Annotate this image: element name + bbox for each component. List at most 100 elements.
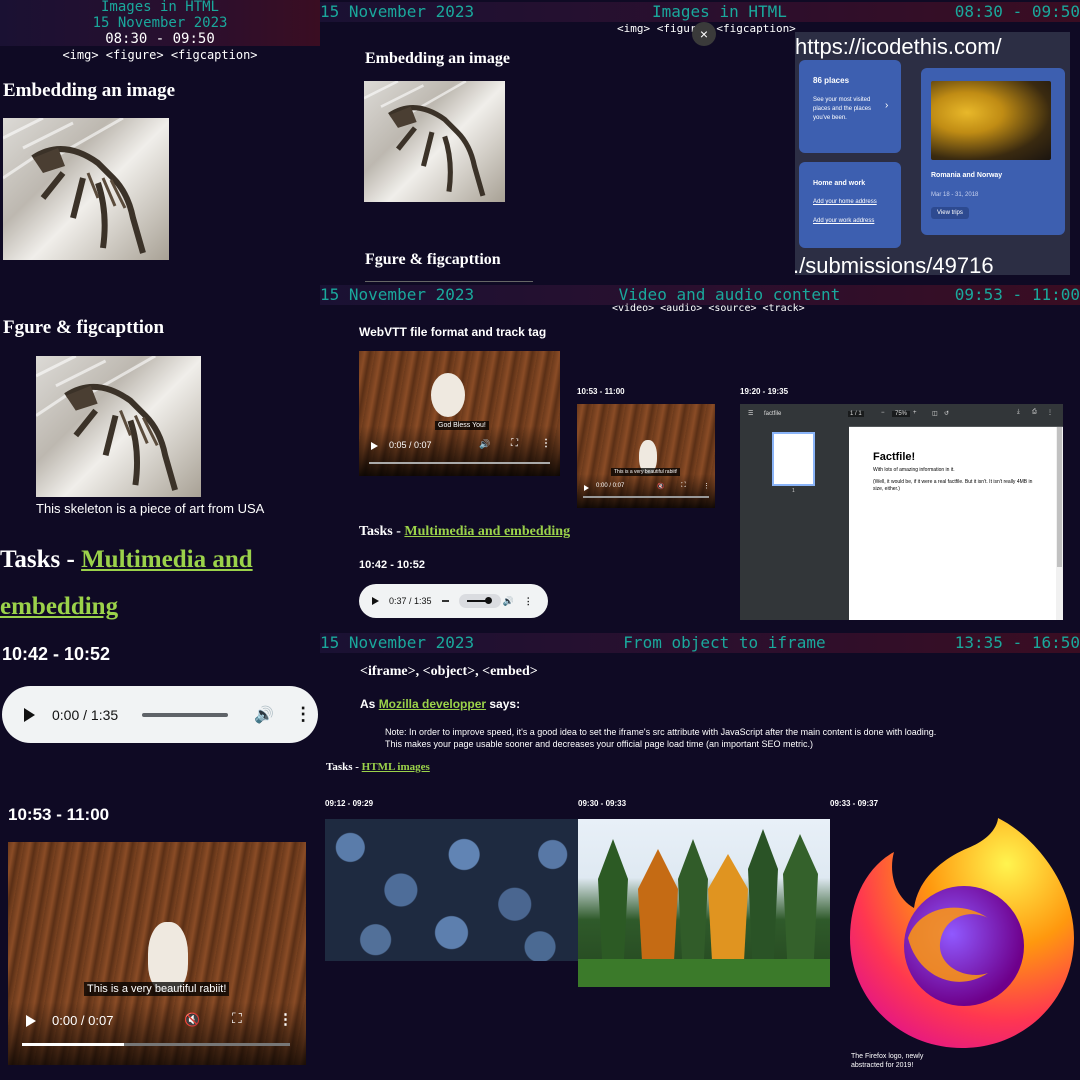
panel2-date: 15 November 2023 — [320, 2, 475, 21]
panel2-divider — [365, 281, 533, 282]
panel4-audio-progress[interactable] — [441, 600, 449, 602]
video1-play-icon[interactable] — [371, 442, 378, 450]
video2-controls — [577, 474, 715, 508]
audio-progress-bar[interactable] — [142, 712, 229, 717]
mozilla-link[interactable]: Mozilla developper — [379, 697, 486, 711]
trip-photo — [931, 81, 1051, 160]
volume-icon[interactable]: 🔊 — [254, 705, 274, 725]
panel1-tags: <img> <figure> <figcaption> — [62, 48, 258, 62]
panel4-audio-heading: 10:42 - 10:52 — [359, 559, 426, 571]
close-button[interactable]: × — [692, 22, 716, 46]
tasks-prefix: Tasks - — [0, 546, 82, 573]
pdf-title: Factfile! — [873, 451, 916, 463]
as-prefix: As — [360, 697, 379, 711]
video2-fullscreen-icon[interactable]: ⛶ — [681, 482, 686, 490]
video2-mute-icon[interactable]: 🔇 — [657, 483, 664, 490]
panel4-tasks-link[interactable]: Multimedia and embedding — [404, 524, 570, 539]
panel2-heading-embed: Embedding an image — [365, 50, 510, 67]
more-options-icon[interactable]: ⋮ — [294, 704, 312, 725]
card-trip[interactable]: Romania and Norway Mar 18 - 31, 2018 Vie… — [921, 68, 1065, 235]
video1-more-icon[interactable]: ⋮ — [541, 438, 551, 449]
pdf-more-icon[interactable]: ⋮ — [1047, 409, 1053, 416]
panel-images-left: Images in HTML 15 November 2023 08:30 - … — [0, 0, 320, 1080]
panel5-heading: <iframe>, <object>, <embed> — [360, 664, 538, 679]
panel4-play-icon[interactable] — [372, 597, 379, 605]
logo-caption-2: abstracted for 2019! — [851, 1062, 914, 1069]
pdf-page[interactable]: 1 / 1 — [848, 411, 864, 417]
video2-heading: 10:53 - 11:00 — [577, 387, 625, 396]
audio-time-heading: 10:42 - 10:52 — [2, 644, 111, 664]
pdf-toolbar: ☰ factfile 1 / 1 − 75% + ◫ ↺ ⤓ ⎙ ⋮ — [740, 404, 1063, 426]
panel1-tasks: Tasks - Multimedia and embedding — [0, 536, 300, 630]
rabbit-video[interactable]: This is a very beautiful rabiit! 0:00 / … — [8, 842, 306, 1065]
zoom-in-icon[interactable]: + — [913, 410, 917, 416]
add-home-link[interactable]: Add your home address — [813, 198, 883, 207]
video1-volume-icon[interactable]: 🔊 — [479, 439, 490, 450]
html-images-link[interactable]: HTML images — [362, 761, 430, 773]
pdf-thumb-number: 1 — [792, 488, 795, 494]
dinosaur-image — [3, 118, 169, 260]
view-trips-button[interactable]: View trips — [931, 207, 969, 219]
panel4-volume-icon[interactable]: 🔊 — [503, 596, 514, 607]
pdf-scrollbar[interactable] — [1056, 427, 1063, 620]
video-progress-fill — [22, 1043, 124, 1046]
panel1-heading-embed: Embedding an image — [3, 80, 176, 101]
note-line1: Note: In order to improve speed, it's a … — [385, 727, 937, 737]
panel4-audio-time: 0:37 / 1:35 — [389, 596, 432, 606]
video1-fullscreen-icon[interactable]: ⛶ — [511, 438, 518, 449]
panel4-volume-slider[interactable] — [458, 594, 501, 608]
panel5-time: 13:35 - 16:50 — [954, 633, 1080, 652]
img2-time: 09:30 - 09:33 — [578, 799, 627, 808]
panel2-heading-figure: Fgure & figcapttion — [365, 251, 501, 268]
rotate-icon[interactable]: ↺ — [944, 410, 949, 417]
panel4-tasks: Tasks - Multimedia and embedding — [359, 524, 570, 540]
card-home-work[interactable]: Home and work Add your home address Add … — [799, 162, 901, 248]
video2-progress[interactable] — [583, 496, 709, 498]
icodethis-path[interactable]: ./submissions/49716 — [795, 253, 994, 275]
video1-progress[interactable] — [369, 462, 550, 464]
video-more-icon[interactable]: ⋮ — [278, 1010, 293, 1028]
fullscreen-icon[interactable]: ⛶ — [232, 1010, 242, 1027]
pdf-zoom[interactable]: 75% — [892, 411, 911, 417]
video-progress[interactable] — [22, 1043, 290, 1046]
panel5-date: 15 November 2023 — [320, 633, 475, 652]
trip-date: Mar 18 - 31, 2018 — [931, 192, 979, 198]
webvtt-video[interactable]: God Bless You! 0:05 / 0:07 🔊 ⛶ ⋮ — [359, 351, 560, 476]
blueberries-image — [325, 819, 578, 961]
panel2-header: 15 November 2023 Images in HTML 08:30 - … — [320, 2, 1080, 22]
trip-title: Romania and Norway — [931, 172, 1003, 179]
video2-play-icon[interactable] — [584, 485, 589, 491]
card-places[interactable]: 86 places See your most visited places a… — [799, 60, 901, 153]
panel1-time: 08:30 - 09:50 — [105, 31, 215, 47]
panel5-header: 15 November 2023 From object to iframe 1… — [320, 633, 1080, 653]
figure-dinosaur-image — [36, 356, 201, 497]
card-home-title: Home and work — [813, 180, 866, 187]
rabbit-figure — [431, 373, 465, 417]
video2[interactable]: This is a very beautiful rabiit! 0:00 / … — [577, 404, 715, 508]
download-icon[interactable]: ⤓ — [1017, 409, 1020, 416]
print-icon[interactable]: ⎙ — [1032, 409, 1037, 416]
panel5-as: As Mozilla developper says: — [360, 697, 520, 711]
add-work-link[interactable]: Add your work address — [813, 217, 883, 226]
pdf-line1: With lots of amazing information in it. — [873, 467, 955, 473]
panel4-more-icon[interactable]: ⋮ — [524, 596, 533, 607]
video1-controls — [359, 426, 560, 476]
panel4-time: 09:53 - 11:00 — [954, 285, 1080, 304]
mute-icon[interactable]: 🔇 — [184, 1012, 200, 1028]
icodethis-url[interactable]: https://icodethis.com/ — [795, 34, 1002, 60]
zoom-out-icon[interactable]: − — [881, 410, 885, 416]
webvtt-heading: WebVTT file format and track tag — [359, 325, 547, 339]
play-icon[interactable] — [24, 707, 35, 722]
menu-icon[interactable]: ☰ — [748, 410, 753, 417]
panel4-title: Video and audio content — [618, 285, 841, 304]
video-play-icon[interactable] — [26, 1015, 36, 1027]
fit-page-icon[interactable]: ◫ — [932, 410, 938, 417]
video1-time: 0:05 / 0:07 — [389, 440, 432, 450]
video2-more-icon[interactable]: ⋮ — [703, 482, 710, 490]
panel4-tags: <video> <audio> <source> <track> — [612, 303, 805, 314]
as-suffix: says: — [486, 697, 521, 711]
pdf-thumbnail[interactable] — [772, 432, 815, 486]
img1-time: 09:12 - 09:29 — [325, 799, 374, 808]
panel2-dinosaur-image — [364, 81, 505, 202]
img3-time: 09:33 - 09:37 — [830, 799, 879, 808]
